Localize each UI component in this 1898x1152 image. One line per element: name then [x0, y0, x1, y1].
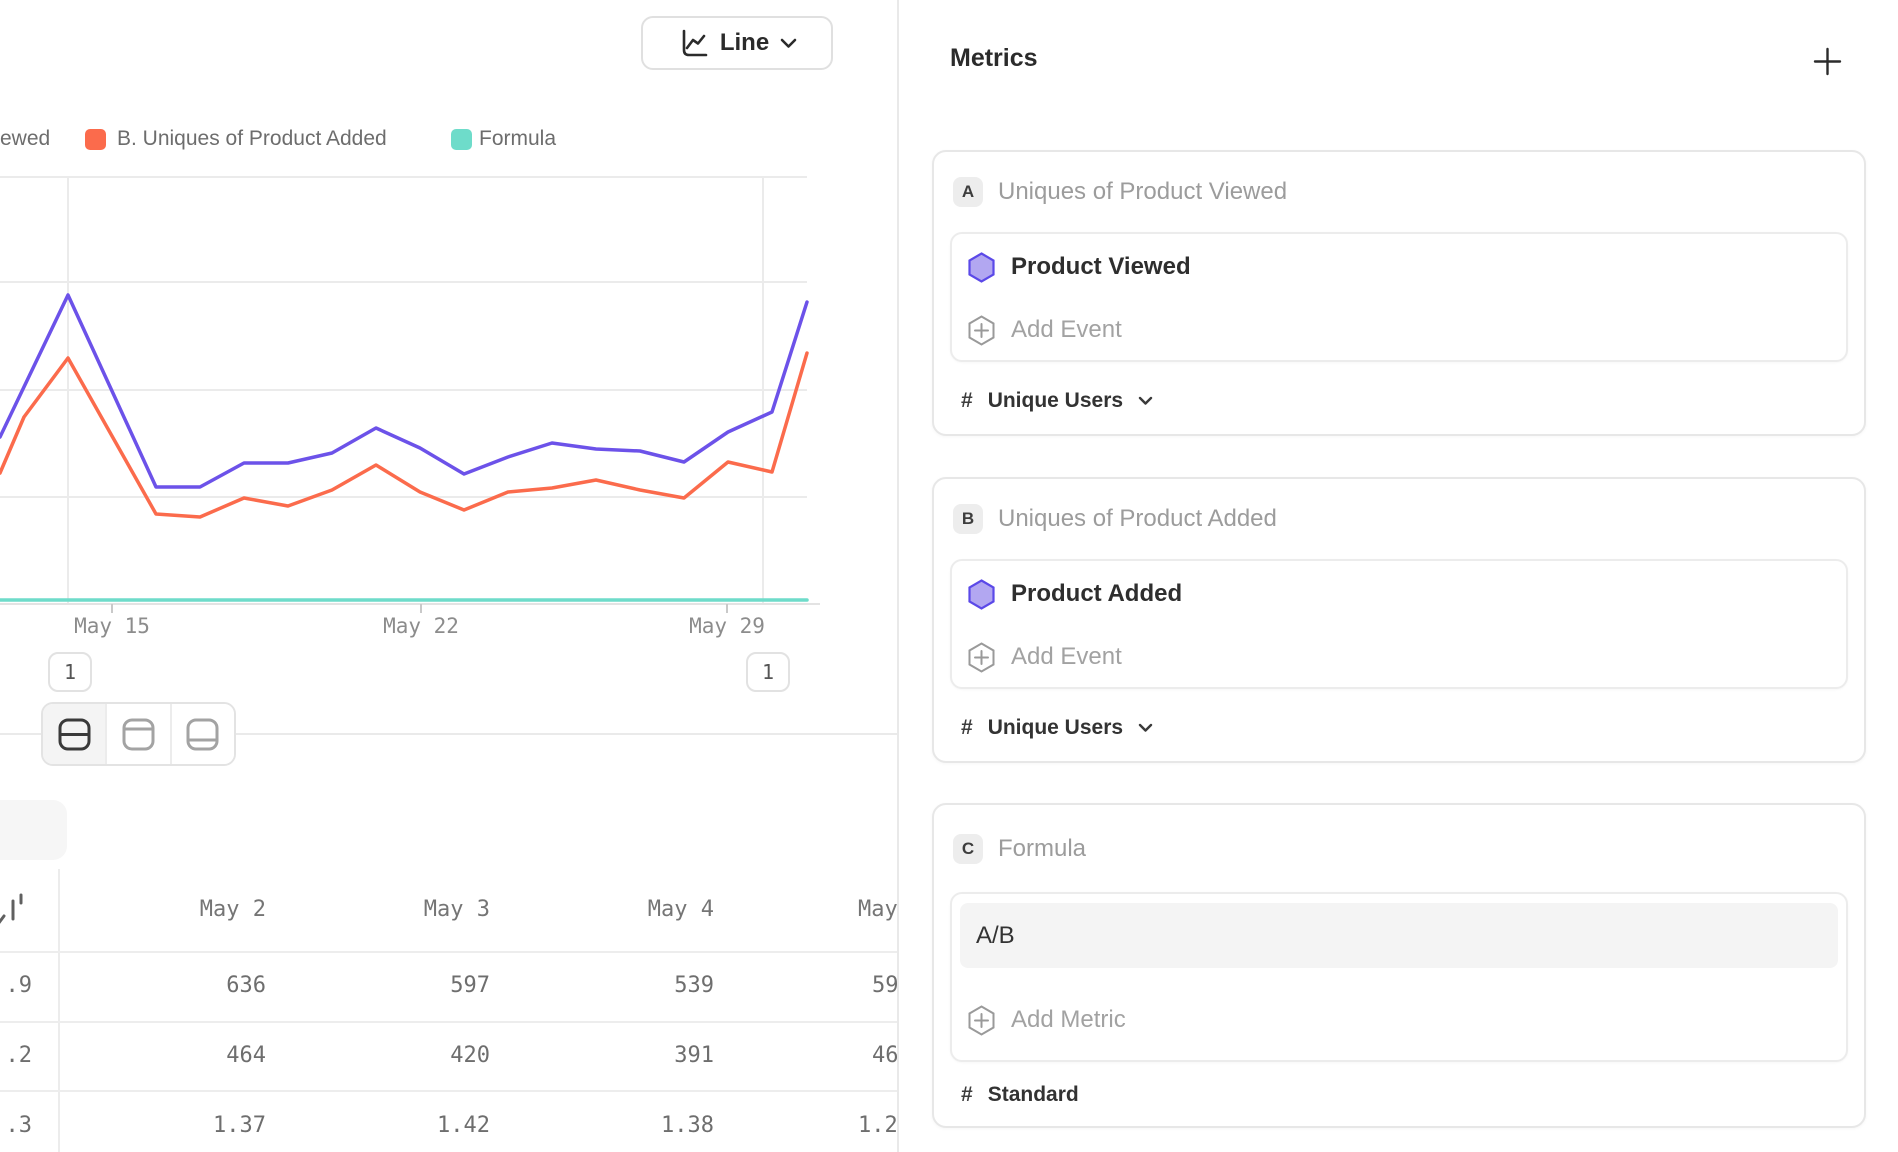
metrics-panel-title: Metrics [950, 44, 1038, 73]
layout-toggle-group [41, 702, 236, 766]
annotation-badge[interactable]: 1 [48, 652, 92, 692]
add-event-row[interactable]: Add Event [952, 300, 1846, 360]
measurement-label: Unique Users [988, 389, 1123, 413]
column-divider [58, 869, 60, 1152]
metric-card-label: Uniques of Product Viewed [998, 178, 1287, 206]
table-cell: 46 [872, 1043, 897, 1068]
line-chart[interactable] [0, 176, 840, 646]
add-metric-label: Add Metric [1011, 1006, 1126, 1034]
row-divider [0, 1090, 897, 1092]
sort-icon[interactable] [0, 887, 28, 931]
split-horizontal-icon [57, 717, 92, 752]
measurement-label: Unique Users [988, 716, 1123, 740]
table-cell: 597 [320, 973, 490, 998]
formula-input[interactable]: A/B [960, 903, 1838, 968]
add-metric-hexagon-plus-icon [968, 1005, 995, 1036]
column-header: May [858, 897, 897, 922]
add-metric-row[interactable]: Add Metric [952, 990, 1846, 1050]
row-label: .3 [0, 1113, 32, 1138]
column-header: May 2 [96, 897, 266, 922]
header-divider [0, 951, 897, 953]
table-cell: 1.37 [96, 1113, 266, 1138]
pane-top-icon [121, 717, 156, 752]
add-event-label: Add Event [1011, 316, 1122, 344]
line-chart-icon [677, 27, 709, 59]
add-metric-plus-button[interactable] [1808, 42, 1846, 80]
layout-table-bottom-button[interactable] [170, 704, 234, 764]
add-event-row[interactable]: Add Event [952, 627, 1846, 687]
layout-table-top-button[interactable] [105, 704, 169, 764]
table-cell: 391 [544, 1043, 714, 1068]
event-hexagon-icon [968, 252, 995, 283]
pane-bottom-icon [185, 717, 220, 752]
event-name: Product Viewed [1011, 253, 1191, 281]
metric-card-a: A Uniques of Product Viewed Product View… [932, 150, 1866, 436]
measurement-label: Standard [988, 1083, 1079, 1107]
formula-box: A/B Add Metric [950, 892, 1848, 1062]
legend-item-a-label[interactable]: ewed [0, 127, 50, 151]
metric-card-c: C Formula A/B Add Metric # Standard [932, 803, 1866, 1128]
metric-badge-a: A [953, 177, 983, 207]
row-label: .2 [0, 1043, 32, 1068]
hash-icon: # [961, 1083, 973, 1107]
row-divider [0, 1021, 897, 1023]
measurement-selector[interactable]: # Unique Users [961, 385, 1153, 417]
x-axis-label: May 22 [361, 614, 481, 638]
x-axis-label: May 29 [667, 614, 787, 638]
table-cell: 59 [872, 973, 897, 998]
row-label: .9 [0, 973, 32, 998]
measurement-selector[interactable]: # Standard [961, 1079, 1079, 1111]
table-cell: 539 [544, 973, 714, 998]
add-event-hexagon-plus-icon [968, 315, 995, 346]
hash-icon: # [961, 389, 973, 413]
event-row[interactable]: Product Viewed [952, 237, 1846, 297]
chart-legend: ewed B. Uniques of Product Added Formula [0, 126, 897, 154]
column-header: May 4 [544, 897, 714, 922]
table-cell: 636 [96, 973, 266, 998]
layout-split-horizontal-button[interactable] [43, 704, 105, 764]
table-cell: 1.2 [858, 1113, 897, 1138]
chevron-down-icon [780, 38, 797, 49]
event-row[interactable]: Product Added [952, 564, 1846, 624]
event-box: Product Viewed Add Event [950, 232, 1848, 362]
measurement-selector[interactable]: # Unique Users [961, 712, 1153, 744]
legend-swatch-b [85, 129, 106, 150]
event-box: Product Added Add Event [950, 559, 1848, 689]
table-cell: 464 [96, 1043, 266, 1068]
table-corner-chip[interactable] [0, 800, 67, 860]
chevron-down-icon [1138, 723, 1153, 733]
annotation-badge[interactable]: 1 [746, 652, 790, 692]
metric-card-label: Formula [998, 835, 1086, 863]
event-name: Product Added [1011, 580, 1182, 608]
hash-icon: # [961, 716, 973, 740]
column-header: May 3 [320, 897, 490, 922]
chart-type-button[interactable]: Line [641, 16, 833, 70]
metric-card-label: Uniques of Product Added [998, 505, 1277, 533]
table-cell: 420 [320, 1043, 490, 1068]
x-axis-label: May 15 [52, 614, 172, 638]
legend-item-formula-label[interactable]: Formula [479, 127, 556, 151]
metric-badge-c: C [953, 834, 983, 864]
legend-swatch-formula [451, 129, 472, 150]
chart-type-label: Line [720, 29, 769, 57]
table-cell: 1.38 [544, 1113, 714, 1138]
table-cell: 1.42 [320, 1113, 490, 1138]
series-line[interactable] [0, 353, 807, 517]
add-event-hexagon-plus-icon [968, 642, 995, 673]
insights-app: Line ewed B. Uniques of Product Added Fo… [0, 0, 1898, 1152]
metric-badge-b: B [953, 504, 983, 534]
add-event-label: Add Event [1011, 643, 1122, 671]
chevron-down-icon [1138, 396, 1153, 406]
metrics-panel: Metrics A Uniques of Product Viewed Prod… [899, 0, 1898, 1152]
metric-card-b: B Uniques of Product Added Product Added… [932, 477, 1866, 763]
chart-section: Line ewed B. Uniques of Product Added Fo… [0, 0, 897, 1152]
event-hexagon-icon [968, 579, 995, 610]
data-table: May 2 May 3 May 4 May .9 636 597 539 59 .2 464 420 3… [0, 869, 897, 1152]
legend-item-b-label[interactable]: B. Uniques of Product Added [117, 127, 387, 151]
